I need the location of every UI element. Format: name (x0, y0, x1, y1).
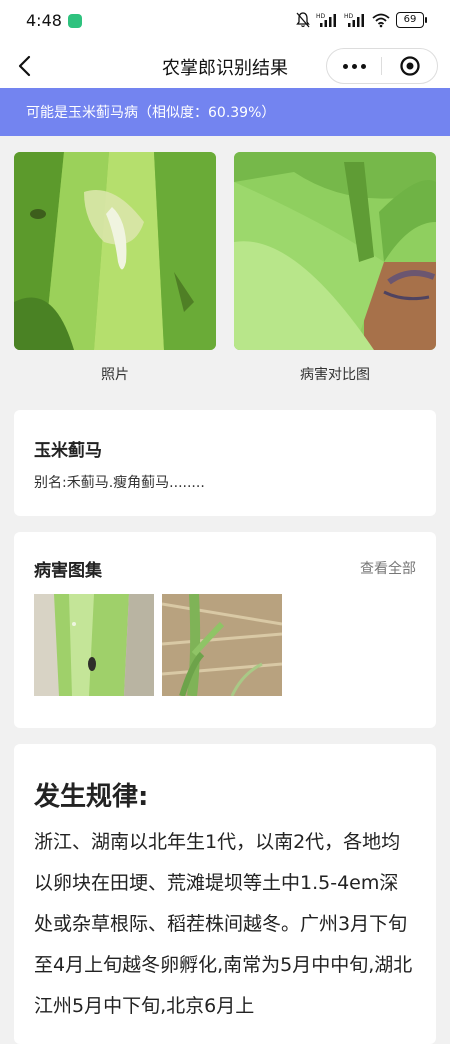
photo-caption: 照片 (101, 367, 129, 383)
capsule-divider (381, 57, 382, 75)
photo-comparison: 照片 病害对比图 (14, 152, 436, 392)
uploaded-photo[interactable] (14, 152, 216, 350)
gallery-image-1 (34, 594, 154, 696)
battery-indicator: 69 (396, 12, 427, 28)
status-time: 4:48 (26, 11, 62, 30)
uploaded-photo-image (14, 152, 216, 350)
signal-icon-2: HD (344, 13, 364, 27)
disease-gallery-card: 病害图集 查看全部 (14, 532, 436, 728)
more-dot-icon (342, 63, 348, 69)
gallery-image[interactable] (34, 594, 154, 696)
gallery-image-2 (162, 594, 282, 696)
gallery-image[interactable] (162, 594, 282, 696)
target-icon (400, 56, 420, 76)
more-options-button[interactable] (327, 49, 381, 83)
more-dot-icon (351, 63, 357, 69)
comparison-caption: 病害对比图 (300, 367, 370, 383)
nav-bar: 农掌郎识别结果 (0, 44, 450, 88)
more-dot-icon (360, 63, 366, 69)
svg-text:HD: HD (344, 13, 354, 20)
disease-name: 玉米蓟马 (34, 441, 102, 461)
view-all-link[interactable]: 查看全部 (360, 558, 416, 578)
miniapp-capsule (326, 48, 438, 84)
comparison-photo-image (234, 152, 436, 350)
occurrence-rule-card: 发生规律: 浙江、湖南以北年生1代，以南2代，各地均以卵块在田埂、荒滩堤坝等土中… (14, 744, 436, 1044)
status-icons: HD HD 69 (296, 12, 427, 28)
disease-alias: 别名:禾蓟马.瘦角蓟马........ (34, 475, 205, 491)
result-banner: 可能是玉米蓟马病（相似度：60.39%） (0, 88, 450, 136)
gallery-title: 病害图集 (34, 561, 102, 581)
wechat-notification-icon (68, 14, 82, 28)
rule-text: 浙江、湖南以北年生1代，以南2代，各地均以卵块在田埂、荒滩堤坝等土中1.5-4e… (34, 831, 413, 1017)
svg-text:HD: HD (316, 13, 326, 20)
rule-title: 发生规律: (34, 782, 149, 812)
result-text: 可能是玉米蓟马病（相似度：60.39%） (26, 105, 276, 121)
comparison-photo[interactable] (234, 152, 436, 350)
mute-bell-icon (296, 12, 310, 28)
status-bar: 4:48 HD HD 69 (0, 0, 450, 44)
close-miniapp-button[interactable] (383, 49, 437, 83)
disease-info-card: 玉米蓟马 别名:禾蓟马.瘦角蓟马........ (14, 410, 436, 516)
signal-icon: HD (316, 13, 336, 27)
wifi-icon (372, 13, 390, 28)
